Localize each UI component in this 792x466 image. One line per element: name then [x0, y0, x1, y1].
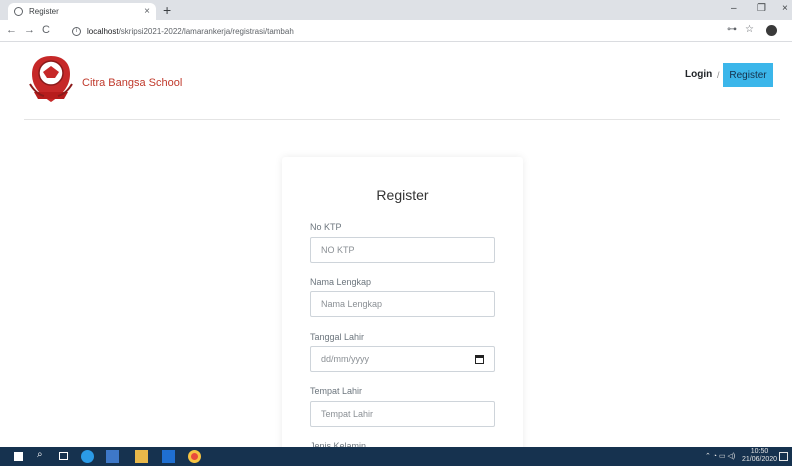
nama-lengkap-input[interactable]: Nama Lengkap [310, 291, 495, 317]
site-info-icon[interactable]: i [72, 26, 81, 36]
globe-icon [14, 7, 23, 16]
reload-button[interactable]: C [42, 24, 50, 36]
url-path: /skripsi2021-2022/lamarankerja/registras… [118, 26, 294, 36]
notification-icon[interactable] [779, 452, 788, 461]
file-explorer-icon[interactable] [135, 450, 148, 463]
calendar-icon[interactable] [475, 355, 484, 364]
browser-tab-bar: Register × + – ❐ × [0, 0, 792, 20]
url-host: localhost [87, 26, 119, 36]
nama-lengkap-label: Nama Lengkap [310, 277, 372, 287]
search-icon[interactable]: ⌕ [37, 449, 43, 460]
no-ktp-label: No KTP [310, 222, 342, 232]
windows-taskbar: ⌕ ⌃ ◔ ▭ ◁) 10:50 21/06/2020 [0, 447, 792, 466]
brand-name[interactable]: Citra Bangsa School [82, 77, 182, 89]
edge-icon[interactable] [81, 450, 94, 463]
address-bar[interactable]: i localhost /skripsi2021-2022/lamaranker… [72, 23, 294, 39]
taskbar-clock[interactable]: 10:50 21/06/2020 [742, 448, 777, 464]
tanggal-lahir-placeholder: dd/mm/yyyy [321, 354, 370, 364]
clock-time: 10:50 [750, 448, 769, 455]
tempat-lahir-label: Tempat Lahir [310, 386, 363, 396]
browser-tab[interactable]: Register × [8, 3, 156, 20]
mail-icon[interactable] [162, 450, 175, 463]
register-button[interactable]: Register [723, 63, 773, 87]
register-card: Register No KTP NO KTP Nama Lengkap Nama… [282, 157, 523, 457]
school-logo [29, 56, 73, 102]
nav-separator: / [717, 70, 720, 80]
tanggal-lahir-label: Tanggal Lahir [310, 332, 365, 342]
form-title: Register [376, 187, 429, 203]
minimize-button[interactable]: – [731, 3, 737, 14]
login-link[interactable]: Login [685, 69, 712, 80]
profile-avatar[interactable] [766, 25, 777, 36]
clock-date: 21/06/2020 [742, 456, 778, 463]
chrome-icon[interactable] [188, 450, 201, 463]
no-ktp-placeholder: NO KTP [321, 245, 355, 255]
tanggal-lahir-input[interactable]: dd/mm/yyyy [310, 346, 495, 372]
bookmark-star-icon[interactable]: ☆ [745, 24, 754, 35]
no-ktp-input[interactable]: NO KTP [310, 237, 495, 263]
site-header: Citra Bangsa School Login / Register [24, 42, 780, 120]
windows-start-icon[interactable] [14, 452, 23, 461]
back-button[interactable]: ← [6, 24, 17, 36]
restore-button[interactable]: ❐ [757, 3, 766, 14]
browser-toolbar: ← → C i localhost /skripsi2021-2022/lama… [0, 20, 792, 42]
new-tab-button[interactable]: + [163, 2, 171, 18]
tab-title: Register [29, 7, 59, 16]
key-icon[interactable]: ⊶ [727, 24, 737, 35]
nama-lengkap-placeholder: Nama Lengkap [321, 299, 383, 309]
task-view-icon[interactable] [59, 452, 68, 460]
tab-close-icon[interactable]: × [144, 6, 150, 17]
system-tray-icons[interactable]: ⌃ ◔ ▭ ◁) [705, 452, 735, 460]
tempat-lahir-placeholder: Tempat Lahir [321, 409, 374, 419]
forward-button[interactable]: → [24, 24, 35, 36]
close-window-button[interactable]: × [782, 3, 788, 14]
tempat-lahir-input[interactable]: Tempat Lahir [310, 401, 495, 427]
store-icon[interactable] [106, 450, 119, 463]
